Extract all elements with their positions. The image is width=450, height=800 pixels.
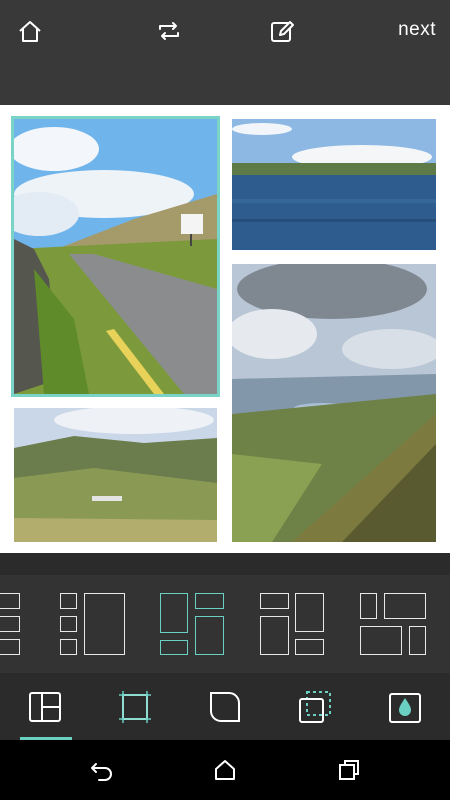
swap-icon[interactable] [152,14,186,48]
home-icon[interactable] [211,756,239,784]
home-icon[interactable] [13,14,47,48]
crop-tool-icon[interactable] [297,689,333,725]
navigation-bar [0,740,450,800]
layout-strip [0,575,450,673]
recents-icon[interactable] [335,756,363,784]
road-photo[interactable] [11,116,220,397]
corner-tool-icon[interactable] [207,689,243,725]
collage-canvas [0,105,450,553]
border-tool-icon[interactable] [117,689,153,725]
color-tool-icon[interactable] [387,689,423,725]
valley-photo[interactable] [14,408,217,542]
layout-option-4[interactable] [260,591,326,657]
edit-icon[interactable] [265,14,299,48]
top-bar: next [0,0,450,105]
layout-tool-icon[interactable] [27,689,63,725]
next-button[interactable]: next [398,19,436,41]
lake-photo[interactable] [232,119,436,250]
layout-option-3[interactable] [160,591,226,657]
tool-bar [0,673,450,740]
layout-option-2[interactable] [60,591,126,657]
layout-option-5[interactable] [360,591,428,657]
mountain-valley-photo[interactable] [232,264,436,542]
layout-option-1[interactable] [0,591,24,657]
back-icon[interactable] [87,756,115,784]
